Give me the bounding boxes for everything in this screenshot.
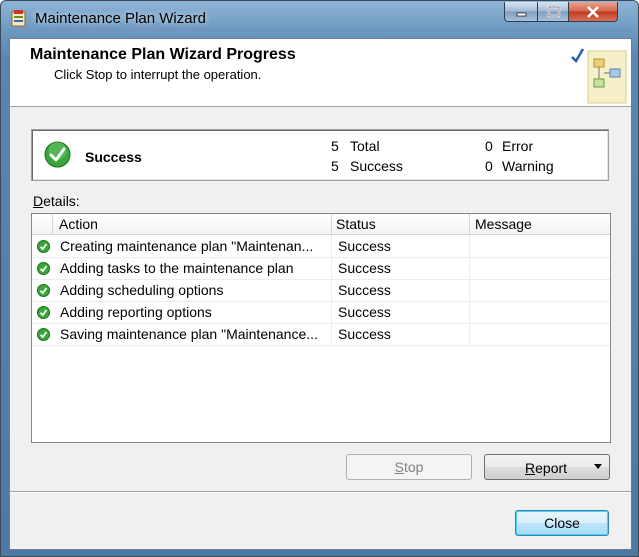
window-title: Maintenance Plan Wizard [35, 10, 206, 27]
close-icon [587, 5, 599, 18]
wizard-window: Maintenance Plan Wizard Maintenance Plan… [0, 0, 639, 557]
row-status: Success [338, 282, 391, 298]
column-divider[interactable] [331, 214, 332, 234]
close-label: Close [544, 515, 580, 531]
stop-label: Stop [395, 459, 424, 475]
table-row[interactable]: Adding tasks to the maintenance plan Suc… [32, 257, 610, 280]
page-title: Maintenance Plan Wizard Progress [30, 46, 296, 63]
success-icon [37, 240, 50, 253]
summary-panel: Success 5 Total 5 Success 0 Error 0 Warn… [31, 129, 609, 181]
table-row[interactable]: Adding reporting options Success [32, 301, 610, 324]
column-header-action[interactable]: Action [59, 216, 98, 232]
details-label-text: etails: [43, 193, 80, 209]
row-status: Success [338, 260, 391, 276]
column-divider [52, 214, 53, 234]
success-label: Success [350, 158, 403, 174]
success-icon [37, 306, 50, 319]
report-label: Report [525, 460, 567, 476]
details-label: Details: [33, 193, 80, 209]
maximize-button[interactable] [537, 2, 570, 22]
column-header-message[interactable]: Message [475, 216, 532, 232]
table-row[interactable]: Creating maintenance plan "Maintenan... … [32, 235, 610, 258]
footer-divider [10, 491, 631, 493]
row-status: Success [338, 238, 391, 254]
warning-label: Warning [502, 158, 554, 174]
warning-count: 0 [485, 158, 493, 174]
wizard-banner-icon [571, 48, 627, 104]
error-count: 0 [485, 138, 493, 154]
wizard-body: Maintenance Plan Wizard Progress Click S… [9, 38, 632, 550]
cell-divider [469, 257, 470, 279]
cell-divider [331, 235, 332, 257]
cell-divider [469, 279, 470, 301]
cell-divider [331, 323, 332, 345]
row-action: Saving maintenance plan "Maintenance... [60, 326, 318, 342]
stop-label-text: top [403, 459, 424, 475]
cell-divider [331, 257, 332, 279]
close-window-button[interactable] [568, 2, 618, 22]
row-action: Creating maintenance plan "Maintenan... [60, 238, 314, 254]
error-label: Error [502, 138, 534, 154]
row-status: Success [338, 304, 391, 320]
success-icon [37, 262, 50, 275]
page-subtitle: Click Stop to interrupt the operation. [54, 67, 262, 82]
row-action: Adding scheduling options [60, 282, 224, 298]
cell-divider [469, 301, 470, 323]
cell-divider [469, 235, 470, 257]
close-button[interactable]: Close [515, 510, 609, 536]
minimize-button[interactable] [504, 2, 539, 22]
row-action: Adding tasks to the maintenance plan [60, 260, 294, 276]
cell-divider [331, 279, 332, 301]
success-icon [37, 328, 50, 341]
maximize-icon [547, 5, 560, 17]
row-action: Adding reporting options [60, 304, 212, 320]
cell-divider [331, 301, 332, 323]
summary-status: Success [85, 149, 142, 165]
total-label: Total [350, 138, 380, 154]
dropdown-arrow-icon[interactable] [594, 464, 602, 469]
column-divider[interactable] [469, 214, 470, 234]
total-count: 5 [331, 138, 339, 154]
report-label-text: eport [535, 460, 568, 476]
cell-divider [469, 323, 470, 345]
table-row[interactable]: Saving maintenance plan "Maintenance... … [32, 323, 610, 346]
details-accelerator: D [33, 193, 44, 209]
success-icon [37, 284, 50, 297]
column-header-status[interactable]: Status [336, 216, 376, 232]
table-header: Action Status Message [32, 214, 610, 235]
report-button[interactable]: Report [484, 454, 610, 480]
row-status: Success [338, 326, 391, 342]
stop-button[interactable]: Stop [346, 454, 472, 480]
minimize-icon [516, 12, 526, 16]
details-table[interactable]: Action Status Message Creating maintenan… [31, 213, 611, 443]
app-icon [11, 10, 26, 27]
table-row[interactable]: Adding scheduling options Success [32, 279, 610, 302]
success-icon [44, 141, 71, 168]
wizard-header: Maintenance Plan Wizard Progress Click S… [10, 39, 631, 107]
report-accelerator: R [525, 460, 536, 476]
stop-accelerator: S [394, 459, 404, 475]
title-bar[interactable]: Maintenance Plan Wizard [1, 1, 638, 37]
success-count: 5 [331, 158, 339, 174]
